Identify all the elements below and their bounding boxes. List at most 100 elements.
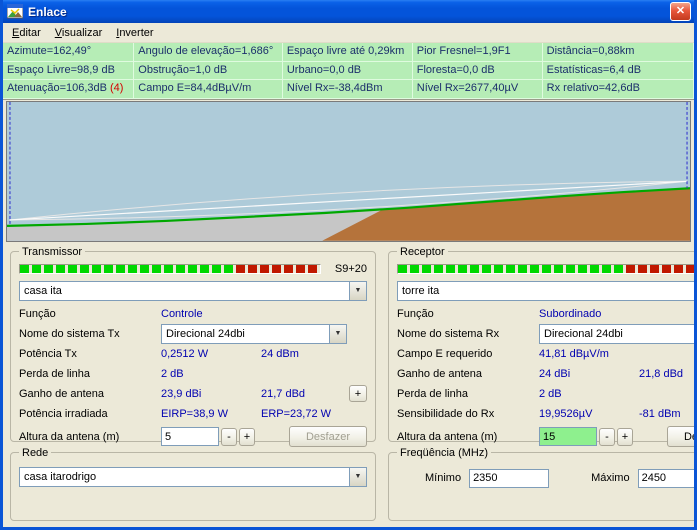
rx-station-select[interactable]: torre ita ▼: [397, 281, 697, 301]
rx-height-plus-button[interactable]: +: [617, 428, 633, 446]
tx-power-watts: 0,2512 W: [161, 348, 261, 360]
tx-role-value: Controle: [161, 308, 261, 320]
info-rx-level-dbm: Nível Rx=-38,4dBm: [283, 80, 413, 99]
frequency-min-label: Mínimo: [425, 472, 461, 484]
tx-station-value: casa ita: [20, 285, 349, 297]
network-value: casa itarodrigo: [20, 471, 349, 483]
info-row: Azimute=162,49° Angulo de elevação=1,686…: [3, 43, 694, 62]
menu-visualizar[interactable]: Visualizar: [48, 25, 110, 41]
tx-role-label: Função: [19, 308, 161, 320]
network-title: Rede: [19, 447, 51, 459]
profile-chart: [6, 101, 691, 242]
tx-system-select[interactable]: Direcional 24dbi ▼: [161, 324, 347, 344]
tx-meter-green: [20, 265, 236, 273]
network-select[interactable]: casa itarodrigo ▼: [19, 467, 367, 487]
frequency-group: Freqüência (MHz) Mínimo Máximo: [388, 447, 697, 521]
tx-height-plus-button[interactable]: +: [239, 428, 255, 446]
info-obstruction: Obstrução=1,0 dB: [134, 62, 283, 81]
tx-undo-button[interactable]: Desfazer: [289, 426, 367, 447]
info-rx-relative: Rx relativo=42,6dB: [543, 80, 694, 99]
tx-power-dbm: 24 dBm: [261, 348, 349, 360]
window-title: Enlace: [28, 5, 670, 19]
tx-meter-red: [236, 265, 320, 273]
rx-efield-label: Campo E requerido: [397, 348, 539, 360]
rx-height-label: Altura da antena (m): [397, 431, 539, 443]
rx-system-label: Nome do sistema Rx: [397, 328, 539, 340]
frequency-max-label: Máximo: [591, 472, 630, 484]
info-statistics: Estatísticas=6,4 dB: [543, 62, 694, 81]
tx-eirp-value: EIRP=38,9 W: [161, 408, 261, 420]
tx-line-loss-value: 2 dB: [161, 368, 261, 380]
rx-station-value: torre ita: [398, 285, 697, 297]
info-worst-fresnel: Pior Fresnel=1,9F1: [413, 43, 543, 62]
network-group: Rede casa itarodrigo ▼: [10, 447, 376, 521]
tx-height-minus-button[interactable]: -: [221, 428, 237, 446]
tx-gain-dbi: 23,9 dBi: [161, 388, 261, 400]
info-row: Espaço Livre=98,9 dB Obstrução=1,0 dB Ur…: [3, 62, 694, 81]
info-urban: Urbano=0,0 dB: [283, 62, 413, 81]
info-free-space-loss: Espaço Livre=98,9 dB: [3, 62, 134, 81]
rx-line-loss-value: 2 dB: [539, 388, 639, 400]
info-forest: Floresta=0,0 dB: [413, 62, 543, 81]
tx-station-select[interactable]: casa ita ▼: [19, 281, 367, 301]
tx-smeter-label: S9+20: [329, 263, 367, 275]
info-attenuation-value: Atenuação=106,3dB: [7, 82, 107, 94]
info-row: Atenuação=106,3dB(4) Campo E=84,4dBµV/m …: [3, 80, 694, 99]
info-free-space-until: Espaço livre até 0,29km: [283, 43, 413, 62]
menu-inverter[interactable]: Inverter: [109, 25, 160, 41]
title-bar: Enlace ✕: [3, 0, 694, 23]
terrain-brown: [322, 188, 690, 241]
tx-height-input[interactable]: [161, 427, 219, 446]
info-efield: Campo E=84,4dBµV/m: [134, 80, 283, 99]
link-info-panel: Azimute=162,49° Angulo de elevação=1,686…: [3, 43, 694, 100]
rx-signal-meter: [397, 264, 697, 274]
rx-height-minus-button[interactable]: -: [599, 428, 615, 446]
info-elevation-angle: Angulo de elevação=1,686°: [134, 43, 283, 62]
chevron-down-icon: ▼: [349, 468, 366, 486]
tx-antenna-detail-button[interactable]: +: [349, 385, 367, 402]
rx-system-value: Direcional 24dbi: [540, 328, 697, 340]
tx-line-loss-label: Perda de linha: [19, 368, 161, 380]
info-distance: Distância=0,88km: [543, 43, 694, 62]
info-attenuation-flag: (4): [110, 82, 123, 94]
rx-meter-green: [398, 265, 626, 273]
info-attenuation: Atenuação=106,3dB(4): [3, 80, 134, 99]
receiver-title: Receptor: [397, 246, 448, 258]
tx-radiated-label: Potência irradiada: [19, 408, 161, 420]
rx-sensitivity-label: Sensibilidade do Rx: [397, 408, 539, 420]
rx-sensitivity-uv: 19,9526µV: [539, 408, 639, 420]
tx-system-value: Direcional 24dbi: [162, 328, 329, 340]
menu-editar[interactable]: Editar: [5, 25, 48, 41]
rx-system-select[interactable]: Direcional 24dbi ▼: [539, 324, 697, 344]
rx-undo-button[interactable]: Desfazer: [667, 426, 697, 447]
tx-height-label: Altura da antena (m): [19, 431, 161, 443]
menu-bar: Editar Visualizar Inverter: [3, 23, 694, 43]
frequency-title: Freqüência (MHz): [397, 447, 491, 459]
chevron-down-icon: ▼: [349, 282, 366, 300]
rx-meter-red: [626, 265, 697, 273]
rx-sensitivity-dbm: -81 dBm: [639, 408, 697, 420]
profile-chart-wrap: [3, 100, 694, 243]
tx-gain-dbd: 21,7 dBd: [261, 388, 349, 400]
frequency-min-input[interactable]: [469, 469, 549, 488]
rx-gain-label: Ganho de antena: [397, 368, 539, 380]
frequency-max-input[interactable]: [638, 469, 697, 488]
rx-line-loss-label: Perda de linha: [397, 388, 539, 400]
tx-system-label: Nome do sistema Tx: [19, 328, 161, 340]
rx-role-value: Subordinado: [539, 308, 639, 320]
panels: Transmissor S9+20 casa ita ▼ Função Cont…: [3, 243, 694, 527]
window: Enlace ✕ Editar Visualizar Inverter Azim…: [0, 0, 697, 530]
rx-gain-dbd: 21,8 dBd: [639, 368, 697, 380]
rx-height-input[interactable]: [539, 427, 597, 446]
rx-efield-value: 41,81 dBµV/m: [539, 348, 639, 360]
app-icon[interactable]: [7, 4, 23, 20]
close-button[interactable]: ✕: [670, 2, 691, 21]
tx-power-label: Potência Tx: [19, 348, 161, 360]
rx-role-label: Função: [397, 308, 539, 320]
info-rx-level-uv: Nível Rx=2677,40µV: [413, 80, 543, 99]
chevron-down-icon: ▼: [329, 325, 346, 343]
tx-gain-label: Ganho de antena: [19, 388, 161, 400]
tx-erp-value: ERP=23,72 W: [261, 408, 349, 420]
transmitter-group: Transmissor S9+20 casa ita ▼ Função Cont…: [10, 246, 376, 442]
info-azimuth: Azimute=162,49°: [3, 43, 134, 62]
